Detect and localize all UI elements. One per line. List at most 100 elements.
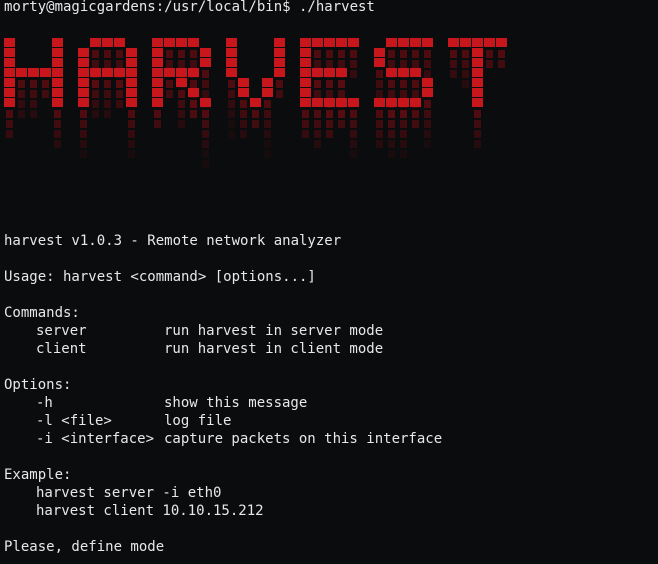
banner-pixel	[274, 48, 285, 57]
banner-drip-pixel	[412, 80, 419, 88]
banner-pixel	[472, 38, 483, 47]
banner-pixel	[472, 48, 483, 57]
banner-pixel	[164, 38, 175, 47]
banner-drip-pixel	[6, 130, 13, 138]
banner-letter-t	[448, 38, 507, 148]
banner-pixel	[152, 58, 163, 67]
banner-drip-pixel	[400, 150, 407, 158]
banner-drip-pixel	[30, 100, 37, 108]
banner-drip-pixel	[388, 90, 395, 98]
banner-pixel	[336, 68, 347, 77]
banner-pixel	[52, 58, 63, 67]
banner-pixel	[176, 78, 187, 87]
banner-drip-pixel	[498, 50, 505, 58]
banner-drip-pixel	[326, 120, 333, 128]
example-header: Example:	[4, 467, 72, 483]
banner-pixel	[274, 58, 285, 67]
banner-drip-pixel	[302, 120, 309, 128]
banner-drip-pixel	[54, 110, 61, 118]
banner-drip-pixel	[42, 90, 49, 98]
banner-pixel	[126, 98, 137, 107]
example-server: harvest server -i eth0	[36, 485, 222, 501]
banner-drip-pixel	[450, 60, 457, 68]
banner-pixel	[398, 98, 409, 107]
banner-drip-pixel	[18, 110, 25, 118]
option-desc-l: log file	[164, 413, 232, 429]
banner-drip-pixel	[228, 130, 235, 138]
banner-drip-pixel	[412, 50, 419, 58]
banner-drip-pixel	[462, 60, 469, 68]
banner-drip-pixel	[104, 60, 111, 68]
banner-pixel	[300, 88, 311, 97]
banner-pixel	[152, 88, 163, 97]
banner-pixel	[152, 48, 163, 57]
banner-drip-pixel	[104, 80, 111, 88]
banner-pixel	[52, 88, 63, 97]
banner-drip-pixel	[376, 80, 383, 88]
banner-pixel	[386, 98, 397, 107]
banner-drip-pixel	[376, 140, 383, 148]
banner-drip-pixel	[240, 130, 247, 138]
banner-drip-pixel	[80, 130, 87, 138]
banner-drip-pixel	[474, 140, 481, 148]
banner-drip-pixel	[30, 110, 37, 118]
banner-pixel	[460, 38, 471, 47]
banner-pixel	[386, 68, 397, 77]
banner-drip-pixel	[388, 110, 395, 118]
banner-drip-pixel	[424, 110, 431, 118]
banner-pixel	[4, 48, 15, 57]
banner-drip-pixel	[128, 150, 135, 158]
banner-pixel	[398, 68, 409, 77]
banner-drip-pixel	[376, 90, 383, 98]
banner-pixel	[226, 38, 237, 47]
banner-pixel	[374, 98, 385, 107]
banner-letter-e	[300, 38, 359, 158]
banner-drip-pixel	[252, 120, 259, 128]
banner-pixel	[176, 38, 187, 47]
banner-drip-pixel	[400, 90, 407, 98]
banner-drip-pixel	[30, 80, 37, 88]
banner-drip-pixel	[314, 120, 321, 128]
banner-drip-pixel	[350, 140, 357, 148]
banner-pixel	[422, 78, 433, 87]
banner-drip-pixel	[338, 60, 345, 68]
banner-drip-pixel	[178, 100, 185, 108]
banner-pixel	[52, 98, 63, 107]
banner-pixel	[300, 58, 311, 67]
banner-pixel	[250, 98, 261, 107]
banner-pixel	[300, 78, 311, 87]
banner-drip-pixel	[474, 120, 481, 128]
banner-drip-pixel	[388, 80, 395, 88]
example-client: harvest client 10.10.15.212	[36, 503, 264, 519]
banner-pixel	[410, 68, 421, 77]
banner-drip-pixel	[92, 100, 99, 108]
banner-drip-pixel	[240, 110, 247, 118]
banner-pixel	[312, 38, 323, 47]
banner-drip-pixel	[166, 90, 173, 98]
banner-drip-pixel	[486, 50, 493, 58]
banner-pixel	[102, 68, 113, 77]
banner-drip-pixel	[424, 100, 431, 108]
banner-pixel	[262, 88, 273, 97]
banner-pixel	[226, 48, 237, 57]
banner-drip-pixel	[178, 60, 185, 68]
banner-drip-pixel	[276, 80, 283, 88]
banner-drip-pixel	[400, 130, 407, 138]
banner-drip-pixel	[388, 150, 395, 158]
terminal-window[interactable]: ​ morty@magicgardens:/usr/local/bin$ ./h…	[0, 0, 658, 564]
banner-drip-pixel	[178, 110, 185, 118]
command-desc-server: run harvest in server mode	[164, 323, 384, 339]
banner-drip-pixel	[104, 90, 111, 98]
banner-drip-pixel	[92, 110, 99, 118]
banner-drip-pixel	[190, 60, 197, 68]
banner-drip-pixel	[474, 130, 481, 138]
banner-pixel	[398, 38, 409, 47]
option-flag-i: -i <interface>	[36, 431, 155, 447]
banner-drip-pixel	[92, 60, 99, 68]
banner-pixel	[238, 78, 249, 87]
banner-drip-pixel	[6, 110, 13, 118]
banner-pixel	[152, 78, 163, 87]
banner-pixel	[126, 78, 137, 87]
banner-drip-pixel	[54, 130, 61, 138]
banner-drip-pixel	[166, 50, 173, 58]
